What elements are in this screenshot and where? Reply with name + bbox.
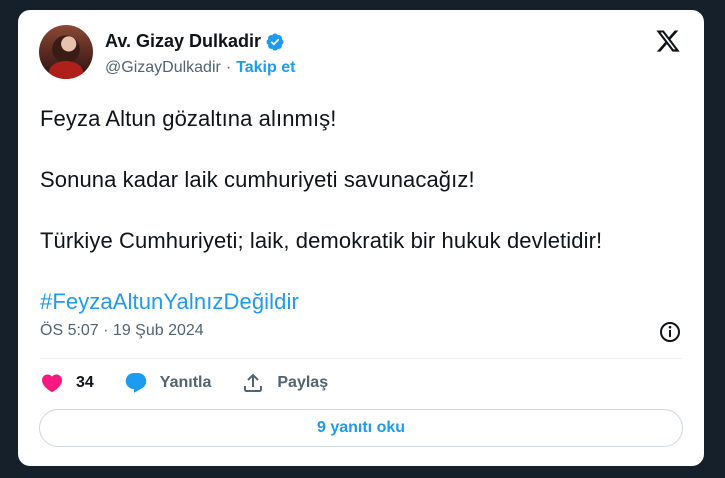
heart-icon: [41, 374, 63, 393]
x-logo-icon[interactable]: [654, 28, 682, 54]
tweet-timestamp[interactable]: ÖS 5:07 · 19 Şub 2024: [40, 322, 204, 340]
action-bar: 34 Yanıtla Paylaş: [40, 371, 358, 395]
author-name[interactable]: Av. Gizay Dulkadir: [105, 31, 261, 52]
like-button[interactable]: 34: [40, 371, 94, 395]
reply-icon: [125, 373, 147, 393]
share-label: Paylaş: [277, 374, 329, 391]
hashtag-link[interactable]: #FeyzaAltunYalnızDeğildir: [40, 289, 299, 314]
share-icon: [244, 373, 263, 392]
author-name-row: Av. Gizay Dulkadir: [105, 31, 285, 52]
tweet-line: Feyza Altun gözaltına alınmış!: [40, 106, 337, 131]
tweet-card: Av. Gizay Dulkadir @GizayDulkadir · Taki…: [18, 10, 704, 466]
follow-button[interactable]: Takip et: [236, 59, 295, 77]
reply-label: Yanıtla: [159, 374, 212, 391]
tweet-line: Sonuna kadar laik cumhuriyeti savunacağı…: [40, 167, 475, 192]
tweet-text: Feyza Altun gözaltına alınmış! Sonuna ka…: [40, 104, 690, 348]
read-replies-button[interactable]: 9 yanıtı oku: [39, 409, 683, 447]
share-button[interactable]: Paylaş: [241, 371, 328, 395]
avatar[interactable]: [39, 25, 93, 79]
like-count: 34: [76, 374, 94, 391]
handle-row: @GizayDulkadir · Takip et: [105, 59, 295, 77]
reply-button[interactable]: Yanıtla: [124, 371, 212, 395]
verified-badge-icon: [266, 32, 284, 51]
divider: [40, 358, 682, 359]
tweet-line: Türkiye Cumhuriyeti; laik, demokratik bi…: [40, 228, 603, 253]
info-icon[interactable]: [658, 320, 682, 344]
author-handle[interactable]: @GizayDulkadir: [105, 59, 221, 77]
separator: ·: [225, 59, 232, 76]
